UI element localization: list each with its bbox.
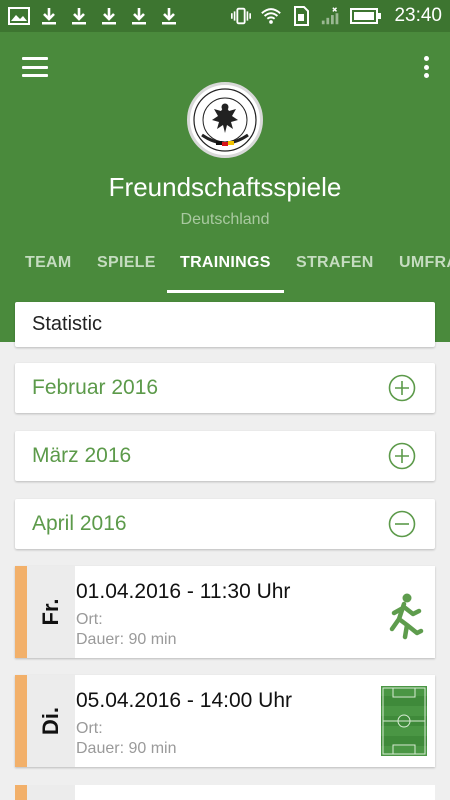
download-icon	[158, 6, 180, 26]
download-icon	[68, 6, 90, 26]
weekday-label: Fr.	[38, 598, 63, 626]
day-stripe	[15, 785, 27, 800]
notification-icons	[8, 6, 180, 26]
menu-icon[interactable]	[20, 54, 50, 80]
training-location: Ort:	[76, 720, 103, 737]
runner-icon	[381, 577, 427, 647]
expand-plus-icon[interactable]	[388, 374, 416, 402]
tab-trainings[interactable]: TRAININGS	[180, 254, 271, 272]
page-title: Freundschaftsspiele	[108, 172, 342, 202]
month-header-april[interactable]: April 2016	[15, 499, 435, 549]
more-options-icon[interactable]	[420, 52, 432, 82]
tab-spiele[interactable]: SPIELE	[97, 254, 156, 272]
statistic-card[interactable]: Statistic	[15, 302, 435, 347]
training-datetime: 01.04.2016 - 11:30 Uhr	[76, 580, 291, 603]
dfb-logo-icon	[187, 82, 263, 158]
football-pitch-icon	[381, 686, 427, 756]
statistic-label: Statistic	[32, 313, 103, 335]
training-location: Ort:	[76, 611, 103, 628]
training-item[interactable]	[15, 785, 435, 800]
sim-icon	[290, 6, 312, 26]
month-header-maerz[interactable]: März 2016	[15, 431, 435, 481]
day-stripe	[15, 566, 27, 658]
training-item[interactable]: Fr. 01.04.2016 - 11:30 Uhr Ort: Dauer: 9…	[15, 566, 435, 658]
collapse-minus-icon[interactable]	[388, 510, 416, 538]
month-label: Februar 2016	[32, 376, 159, 399]
tab-bar: TEAM SPIELE TRAININGS STRAFEN UMFRA	[0, 250, 450, 294]
tab-umfragen[interactable]: UMFRA	[399, 254, 450, 272]
page-subtitle: Deutschland	[180, 211, 270, 228]
system-icons: 23:40	[230, 5, 442, 27]
training-duration: Dauer: 90 min	[76, 631, 177, 648]
download-icon	[38, 6, 60, 26]
day-stripe	[15, 675, 27, 767]
status-bar: 23:40	[0, 0, 450, 32]
signal-icon	[320, 6, 342, 26]
download-icon	[98, 6, 120, 26]
day-box: Di.	[27, 675, 75, 767]
day-box: Fr.	[27, 566, 75, 658]
active-tab-indicator	[167, 290, 284, 293]
month-label: März 2016	[32, 444, 132, 467]
tab-strafen[interactable]: STRAFEN	[296, 254, 374, 272]
battery-icon	[350, 6, 382, 26]
training-duration: Dauer: 90 min	[76, 740, 177, 757]
clock: 23:40	[394, 5, 442, 26]
day-box	[27, 785, 75, 800]
expand-plus-icon[interactable]	[388, 442, 416, 470]
training-item[interactable]: Di. 05.04.2016 - 14:00 Uhr Ort: Dauer: 9…	[15, 675, 435, 767]
wifi-icon	[260, 6, 282, 26]
download-icon	[128, 6, 150, 26]
tab-team[interactable]: TEAM	[25, 254, 72, 272]
image-icon	[8, 6, 30, 26]
training-datetime: 05.04.2016 - 14:00 Uhr	[76, 689, 292, 712]
weekday-label: Di.	[38, 706, 63, 736]
month-header-februar[interactable]: Februar 2016	[15, 363, 435, 413]
vibrate-icon	[230, 6, 252, 26]
team-header: Freundschaftsspiele Deutschland TEAM SPI…	[0, 32, 450, 342]
month-label: April 2016	[32, 512, 127, 535]
